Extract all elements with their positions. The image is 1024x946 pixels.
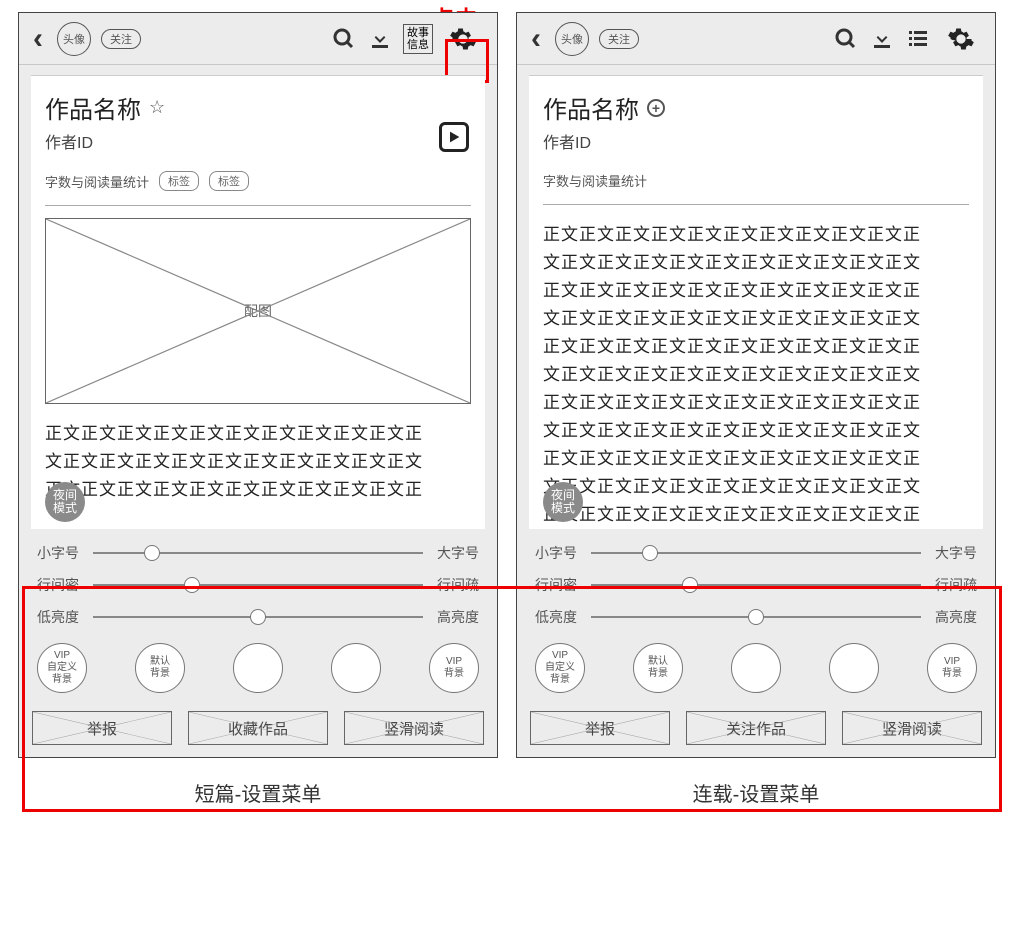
slider-right-label: 大字号 (433, 543, 479, 563)
favorite-star-icon[interactable]: ☆ (149, 97, 165, 118)
body-text: 正文正文正文正文正文正文正文正文正文正文正 文正文正文正文正文正文正文正文正文正… (45, 420, 471, 504)
author-id: 作者ID (543, 129, 969, 153)
topbar: ‹ 头像 关注 (517, 13, 995, 65)
content-area: 作品名称 + 作者ID 字数与阅读量统计 夜间模式 正文正文正文正文正文正文正文… (529, 75, 983, 529)
back-button[interactable]: ‹ (531, 22, 541, 56)
font-size-slider[interactable]: 小字号 大字号 (37, 543, 479, 563)
slider-right-label: 大字号 (931, 543, 977, 563)
image-placeholder: 配图 (45, 218, 471, 404)
follow-button[interactable]: 关注 (101, 29, 141, 49)
stats-text: 字数与阅读量统计 (543, 171, 647, 190)
story-info-line2: 信息 (407, 39, 429, 51)
list-icon[interactable] (905, 26, 931, 52)
follow-button[interactable]: 关注 (599, 29, 639, 49)
topbar: ‹ 头像 关注 故事 信息 (19, 13, 497, 65)
content-area: 作品名称 ☆ 作者ID 字数与阅读量统计 标签 标签 配图 夜间模式 正文正文正… (31, 75, 485, 529)
tag-chip[interactable]: 标签 (159, 171, 199, 191)
stats-text: 字数与阅读量统计 (45, 172, 149, 191)
add-icon[interactable]: + (647, 99, 665, 117)
download-icon[interactable] (869, 26, 895, 52)
slider-left-label: 小字号 (37, 543, 83, 563)
avatar-button[interactable]: 头像 (57, 22, 91, 56)
search-icon[interactable] (833, 26, 859, 52)
search-icon[interactable] (331, 26, 357, 52)
body-text: 正文正文正文正文正文正文正文正文正文正文正 文正文正文正文正文正文正文正文正文正… (543, 221, 969, 529)
night-mode-badge[interactable]: 夜间模式 (543, 482, 583, 522)
story-info-line1: 故事 (407, 27, 429, 39)
play-button[interactable] (439, 122, 469, 152)
download-icon[interactable] (367, 26, 393, 52)
divider (543, 204, 969, 205)
settings-gear-button[interactable] (941, 19, 981, 59)
back-button[interactable]: ‹ (33, 22, 43, 56)
work-title: 作品名称 (543, 90, 639, 125)
story-info-button[interactable]: 故事 信息 (403, 24, 433, 54)
font-size-slider[interactable]: 小字号 大字号 (535, 543, 977, 563)
night-mode-badge[interactable]: 夜间模式 (45, 482, 85, 522)
divider (45, 205, 471, 206)
work-title: 作品名称 (45, 90, 141, 125)
tag-chip[interactable]: 标签 (209, 171, 249, 191)
highlight-settings-panels (22, 586, 1002, 812)
slider-left-label: 小字号 (535, 543, 581, 563)
avatar-button[interactable]: 头像 (555, 22, 589, 56)
author-id: 作者ID (45, 129, 471, 153)
